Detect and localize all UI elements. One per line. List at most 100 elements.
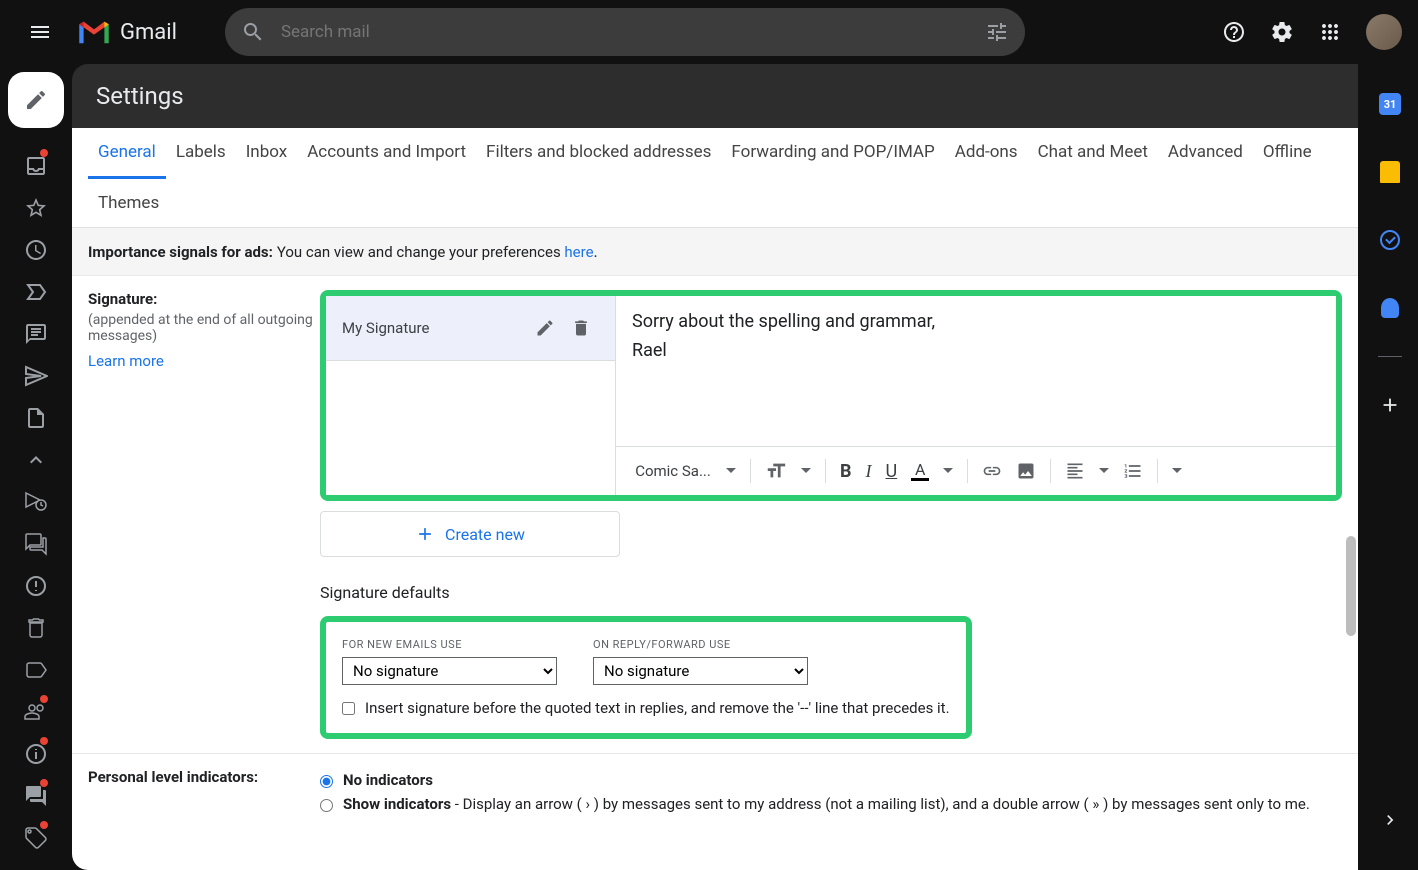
signature-list-item[interactable]: My Signature bbox=[326, 296, 615, 361]
insert-before-checkbox[interactable] bbox=[342, 702, 355, 715]
pencil-icon bbox=[24, 88, 48, 112]
main-menu-button[interactable] bbox=[16, 8, 64, 56]
tasks-button[interactable] bbox=[1370, 220, 1410, 260]
signature-edit-button[interactable] bbox=[527, 310, 563, 346]
toolbar-color[interactable]: A bbox=[905, 453, 935, 489]
toolbar-align-dropdown[interactable] bbox=[1093, 453, 1115, 489]
signature-delete-button[interactable] bbox=[563, 310, 599, 346]
signature-editor: My Signature bbox=[326, 296, 1336, 495]
sidebar-inbox[interactable] bbox=[12, 146, 60, 186]
scrollbar-thumb[interactable] bbox=[1346, 536, 1356, 636]
sidebar-social[interactable] bbox=[12, 692, 60, 732]
tab-accounts[interactable]: Accounts and Import bbox=[297, 128, 476, 179]
people-icon bbox=[24, 700, 48, 724]
sidebar-updates[interactable] bbox=[12, 734, 60, 774]
contacts-icon bbox=[1381, 298, 1399, 318]
tab-labels[interactable]: Labels bbox=[166, 128, 236, 179]
tab-advanced[interactable]: Advanced bbox=[1158, 128, 1253, 179]
apps-button[interactable] bbox=[1310, 12, 1350, 52]
gmail-logo[interactable]: Gmail bbox=[76, 19, 177, 45]
toolbar-italic[interactable]: I bbox=[860, 453, 878, 489]
ads-section: Importance signals for ads: You can view… bbox=[72, 228, 1358, 276]
tab-general[interactable]: General bbox=[88, 128, 166, 179]
signature-learn-more[interactable]: Learn more bbox=[88, 352, 164, 370]
tab-addons[interactable]: Add-ons bbox=[945, 128, 1028, 179]
pli-show-indicators-radio[interactable] bbox=[320, 799, 333, 812]
signature-highlight: My Signature bbox=[320, 290, 1342, 501]
sidebar-trash[interactable] bbox=[12, 608, 60, 648]
sidebar-categories[interactable] bbox=[12, 650, 60, 690]
content-area: Settings General Labels Inbox Accounts a… bbox=[72, 64, 1358, 870]
toolbar-size[interactable] bbox=[759, 453, 793, 489]
sidebar-allmail[interactable] bbox=[12, 524, 60, 564]
signature-line1: Sorry about the spelling and grammar, bbox=[632, 308, 1320, 337]
create-new-signature-button[interactable]: Create new bbox=[320, 511, 620, 557]
tab-forwarding[interactable]: Forwarding and POP/IMAP bbox=[721, 128, 944, 179]
sidebar-collapse[interactable] bbox=[12, 440, 60, 480]
toolbar-color-dropdown[interactable] bbox=[937, 453, 959, 489]
signature-textarea[interactable]: Sorry about the spelling and grammar, Ra… bbox=[616, 296, 1336, 446]
toolbar-sep bbox=[1050, 459, 1051, 483]
sidebar-spam[interactable] bbox=[12, 566, 60, 606]
pli-content: No indicators Show indicators - Display … bbox=[320, 768, 1342, 816]
search-container[interactable] bbox=[225, 8, 1025, 56]
signature-list: My Signature bbox=[326, 296, 616, 495]
sidebar-chats[interactable] bbox=[12, 314, 60, 354]
toolbar-image[interactable] bbox=[1010, 453, 1042, 489]
pli-no-indicators-radio[interactable] bbox=[320, 775, 333, 788]
pli-section: Personal level indicators: No indicators… bbox=[72, 754, 1358, 830]
toolbar-more[interactable] bbox=[1166, 453, 1188, 489]
toolbar-align[interactable] bbox=[1059, 453, 1091, 489]
settings-tabs: General Labels Inbox Accounts and Import… bbox=[72, 128, 1358, 228]
tab-filters[interactable]: Filters and blocked addresses bbox=[476, 128, 721, 179]
pencil-icon bbox=[535, 318, 555, 338]
search-input[interactable] bbox=[281, 22, 969, 42]
sidebar-promotions[interactable] bbox=[12, 818, 60, 858]
signature-toolbar: Comic Sa... B I U A bbox=[616, 446, 1336, 495]
tab-inbox[interactable]: Inbox bbox=[236, 128, 298, 179]
toolbar-font-dropdown[interactable] bbox=[720, 453, 742, 489]
reply-forward-select[interactable]: No signature bbox=[593, 657, 808, 685]
sidebar-drafts[interactable] bbox=[12, 398, 60, 438]
align-left-icon bbox=[1065, 461, 1085, 481]
tab-themes[interactable]: Themes bbox=[88, 179, 169, 227]
signature-defaults-title: Signature defaults bbox=[320, 583, 1342, 602]
tune-icon bbox=[985, 20, 1009, 44]
scrollbar[interactable] bbox=[1344, 128, 1358, 870]
account-avatar[interactable] bbox=[1366, 14, 1402, 50]
sidebar-scheduled[interactable] bbox=[12, 482, 60, 522]
tab-offline[interactable]: Offline bbox=[1253, 128, 1322, 179]
insert-before-row: Insert signature before the quoted text … bbox=[342, 699, 950, 717]
ads-here-link[interactable]: here bbox=[564, 243, 593, 261]
sidebar-forums[interactable] bbox=[12, 776, 60, 816]
signature-label: Signature: bbox=[88, 290, 320, 308]
signature-label-col: Signature: (appended at the end of all o… bbox=[88, 290, 320, 739]
toolbar-font-select[interactable]: Comic Sa... bbox=[628, 453, 718, 489]
signature-defaults-highlight: FOR NEW EMAILS USE No signature ON REPLY… bbox=[320, 616, 972, 739]
pli-show-label: Show indicators bbox=[343, 795, 451, 813]
sidebar-snoozed[interactable] bbox=[12, 230, 60, 270]
important-icon bbox=[24, 280, 48, 304]
hide-panel-button[interactable] bbox=[1370, 800, 1410, 840]
toolbar-size-dropdown[interactable] bbox=[795, 453, 817, 489]
search-options-button[interactable] bbox=[985, 20, 1009, 44]
tab-chat[interactable]: Chat and Meet bbox=[1028, 128, 1158, 179]
gear-icon bbox=[1270, 20, 1294, 44]
toolbar-list[interactable] bbox=[1117, 453, 1149, 489]
toolbar-link[interactable] bbox=[976, 453, 1008, 489]
new-emails-select[interactable]: No signature bbox=[342, 657, 557, 685]
calendar-button[interactable]: 31 bbox=[1370, 84, 1410, 124]
keep-button[interactable] bbox=[1370, 152, 1410, 192]
top-header: Gmail bbox=[0, 0, 1418, 64]
settings-button[interactable] bbox=[1262, 12, 1302, 52]
toolbar-underline[interactable]: U bbox=[880, 453, 904, 489]
settings-title: Settings bbox=[96, 82, 1334, 110]
sidebar-sent[interactable] bbox=[12, 356, 60, 396]
contacts-button[interactable] bbox=[1370, 288, 1410, 328]
help-button[interactable] bbox=[1214, 12, 1254, 52]
sidebar-starred[interactable] bbox=[12, 188, 60, 228]
sidebar-important[interactable] bbox=[12, 272, 60, 312]
addon-plus-button[interactable] bbox=[1370, 385, 1410, 425]
compose-button[interactable] bbox=[8, 72, 64, 128]
toolbar-bold[interactable]: B bbox=[834, 453, 858, 489]
